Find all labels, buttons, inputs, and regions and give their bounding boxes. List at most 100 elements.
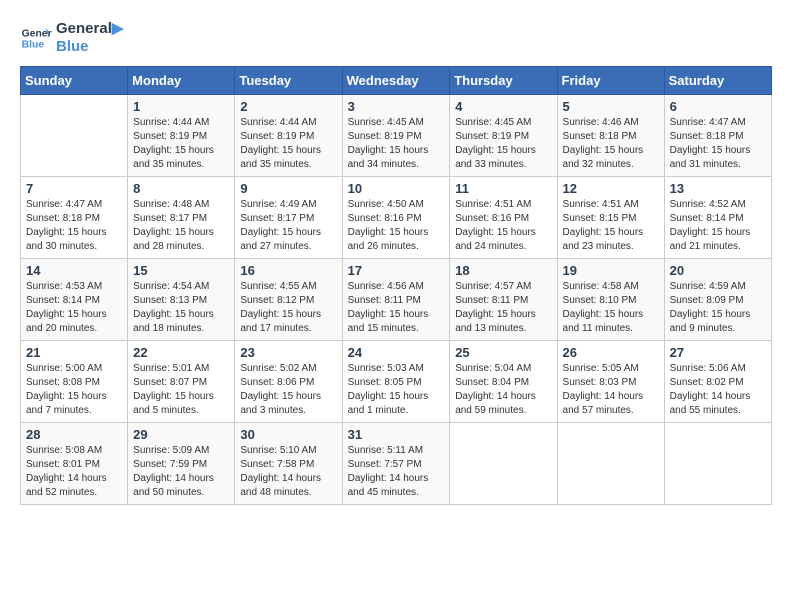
day-number: 4	[455, 99, 551, 114]
day-info: Sunrise: 4:44 AM Sunset: 8:19 PM Dayligh…	[240, 116, 336, 172]
day-info: Sunrise: 5:00 AM Sunset: 8:08 PM Dayligh…	[26, 362, 122, 418]
day-number: 14	[26, 263, 122, 278]
page-header: General Blue General▶ Blue	[20, 20, 772, 56]
calendar-cell: 19 Sunrise: 4:58 AM Sunset: 8:10 PM Dayli…	[557, 259, 664, 341]
day-info: Sunrise: 5:06 AM Sunset: 8:02 PM Dayligh…	[670, 362, 766, 418]
day-info: Sunrise: 4:47 AM Sunset: 8:18 PM Dayligh…	[26, 198, 122, 254]
day-info: Sunrise: 4:53 AM Sunset: 8:14 PM Dayligh…	[26, 280, 122, 336]
day-info: Sunrise: 4:44 AM Sunset: 8:19 PM Dayligh…	[133, 116, 229, 172]
calendar-header-row: SundayMondayTuesdayWednesdayThursdayFrid…	[21, 67, 772, 95]
day-number: 2	[240, 99, 336, 114]
logo-icon: General Blue	[20, 22, 52, 54]
week-row-4: 21 Sunrise: 5:00 AM Sunset: 8:08 PM Dayli…	[21, 341, 772, 423]
day-number: 22	[133, 345, 229, 360]
day-info: Sunrise: 4:56 AM Sunset: 8:11 PM Dayligh…	[348, 280, 445, 336]
calendar-table: SundayMondayTuesdayWednesdayThursdayFrid…	[20, 66, 772, 505]
calendar-cell: 8Sunrise: 4:48 AM Sunset: 8:17 PM Daylig…	[128, 177, 235, 259]
day-info: Sunrise: 4:50 AM Sunset: 8:16 PM Dayligh…	[348, 198, 445, 254]
calendar-cell: 26 Sunrise: 5:05 AM Sunset: 8:03 PM Dayli…	[557, 341, 664, 423]
day-number: 1	[133, 99, 229, 114]
logo-text: General▶	[56, 20, 123, 38]
day-number: 13	[670, 181, 766, 196]
day-number: 20	[670, 263, 766, 278]
day-info: Sunrise: 5:08 AM Sunset: 8:01 PM Dayligh…	[26, 444, 122, 500]
day-info: Sunrise: 5:02 AM Sunset: 8:06 PM Dayligh…	[240, 362, 336, 418]
day-info: Sunrise: 4:52 AM Sunset: 8:14 PM Dayligh…	[670, 198, 766, 254]
header-monday: Monday	[128, 67, 235, 95]
day-number: 11	[455, 181, 551, 196]
calendar-cell: 17 Sunrise: 4:56 AM Sunset: 8:11 PM Dayli…	[342, 259, 450, 341]
day-info: Sunrise: 5:10 AM Sunset: 7:58 PM Dayligh…	[240, 444, 336, 500]
day-info: Sunrise: 4:57 AM Sunset: 8:11 PM Dayligh…	[455, 280, 551, 336]
day-number: 16	[240, 263, 336, 278]
day-info: Sunrise: 4:45 AM Sunset: 8:19 PM Dayligh…	[455, 116, 551, 172]
logo: General Blue General▶ Blue	[20, 20, 123, 56]
calendar-cell: 27 Sunrise: 5:06 AM Sunset: 8:02 PM Dayli…	[664, 341, 771, 423]
day-number: 21	[26, 345, 122, 360]
day-number: 17	[348, 263, 445, 278]
day-number: 12	[563, 181, 659, 196]
day-info: Sunrise: 4:55 AM Sunset: 8:12 PM Dayligh…	[240, 280, 336, 336]
calendar-cell	[664, 423, 771, 505]
day-info: Sunrise: 4:45 AM Sunset: 8:19 PM Dayligh…	[348, 116, 445, 172]
calendar-cell: 6Sunrise: 4:47 AM Sunset: 8:18 PM Daylig…	[664, 95, 771, 177]
calendar-cell: 21 Sunrise: 5:00 AM Sunset: 8:08 PM Dayli…	[21, 341, 128, 423]
calendar-cell: 14 Sunrise: 4:53 AM Sunset: 8:14 PM Dayli…	[21, 259, 128, 341]
week-row-5: 28Sunrise: 5:08 AM Sunset: 8:01 PM Dayli…	[21, 423, 772, 505]
svg-text:Blue: Blue	[22, 40, 45, 51]
day-info: Sunrise: 4:51 AM Sunset: 8:16 PM Dayligh…	[455, 198, 551, 254]
header-sunday: Sunday	[21, 67, 128, 95]
calendar-cell	[557, 423, 664, 505]
calendar-cell: 28Sunrise: 5:08 AM Sunset: 8:01 PM Dayli…	[21, 423, 128, 505]
calendar-cell: 10 Sunrise: 4:50 AM Sunset: 8:16 PM Dayli…	[342, 177, 450, 259]
day-number: 31	[348, 427, 445, 442]
day-number: 3	[348, 99, 445, 114]
day-info: Sunrise: 5:05 AM Sunset: 8:03 PM Dayligh…	[563, 362, 659, 418]
day-info: Sunrise: 4:46 AM Sunset: 8:18 PM Dayligh…	[563, 116, 659, 172]
day-number: 23	[240, 345, 336, 360]
calendar-cell: 1 Sunrise: 4:44 AM Sunset: 8:19 PM Daylig…	[128, 95, 235, 177]
day-number: 29	[133, 427, 229, 442]
logo-subtext: Blue	[56, 38, 123, 56]
calendar-cell	[21, 95, 128, 177]
calendar-cell	[450, 423, 557, 505]
calendar-cell: 22 Sunrise: 5:01 AM Sunset: 8:07 PM Dayli…	[128, 341, 235, 423]
day-info: Sunrise: 4:58 AM Sunset: 8:10 PM Dayligh…	[563, 280, 659, 336]
day-number: 7	[26, 181, 122, 196]
day-number: 30	[240, 427, 336, 442]
calendar-cell: 5 Sunrise: 4:46 AM Sunset: 8:18 PM Daylig…	[557, 95, 664, 177]
calendar-cell: 9Sunrise: 4:49 AM Sunset: 8:17 PM Daylig…	[235, 177, 342, 259]
header-wednesday: Wednesday	[342, 67, 450, 95]
day-number: 27	[670, 345, 766, 360]
day-number: 26	[563, 345, 659, 360]
calendar-cell: 4 Sunrise: 4:45 AM Sunset: 8:19 PM Daylig…	[450, 95, 557, 177]
calendar-cell: 24 Sunrise: 5:03 AM Sunset: 8:05 PM Dayli…	[342, 341, 450, 423]
calendar-cell: 11 Sunrise: 4:51 AM Sunset: 8:16 PM Dayli…	[450, 177, 557, 259]
header-saturday: Saturday	[664, 67, 771, 95]
header-thursday: Thursday	[450, 67, 557, 95]
day-number: 10	[348, 181, 445, 196]
day-number: 24	[348, 345, 445, 360]
calendar-cell: 13 Sunrise: 4:52 AM Sunset: 8:14 PM Dayli…	[664, 177, 771, 259]
day-number: 15	[133, 263, 229, 278]
day-info: Sunrise: 5:03 AM Sunset: 8:05 PM Dayligh…	[348, 362, 445, 418]
day-info: Sunrise: 5:04 AM Sunset: 8:04 PM Dayligh…	[455, 362, 551, 418]
calendar-cell: 2 Sunrise: 4:44 AM Sunset: 8:19 PM Daylig…	[235, 95, 342, 177]
week-row-1: 1 Sunrise: 4:44 AM Sunset: 8:19 PM Daylig…	[21, 95, 772, 177]
day-number: 19	[563, 263, 659, 278]
day-info: Sunrise: 4:47 AM Sunset: 8:18 PM Dayligh…	[670, 116, 766, 172]
day-info: Sunrise: 4:48 AM Sunset: 8:17 PM Dayligh…	[133, 198, 229, 254]
day-info: Sunrise: 5:01 AM Sunset: 8:07 PM Dayligh…	[133, 362, 229, 418]
day-number: 5	[563, 99, 659, 114]
week-row-2: 7 Sunrise: 4:47 AM Sunset: 8:18 PM Daylig…	[21, 177, 772, 259]
calendar-cell: 12 Sunrise: 4:51 AM Sunset: 8:15 PM Dayli…	[557, 177, 664, 259]
calendar-cell: 30 Sunrise: 5:10 AM Sunset: 7:58 PM Dayli…	[235, 423, 342, 505]
calendar-cell: 29Sunrise: 5:09 AM Sunset: 7:59 PM Dayli…	[128, 423, 235, 505]
header-friday: Friday	[557, 67, 664, 95]
day-info: Sunrise: 4:49 AM Sunset: 8:17 PM Dayligh…	[240, 198, 336, 254]
day-info: Sunrise: 4:51 AM Sunset: 8:15 PM Dayligh…	[563, 198, 659, 254]
calendar-cell: 23 Sunrise: 5:02 AM Sunset: 8:06 PM Dayli…	[235, 341, 342, 423]
day-info: Sunrise: 5:11 AM Sunset: 7:57 PM Dayligh…	[348, 444, 445, 500]
calendar-cell: 7 Sunrise: 4:47 AM Sunset: 8:18 PM Daylig…	[21, 177, 128, 259]
calendar-cell: 3 Sunrise: 4:45 AM Sunset: 8:19 PM Daylig…	[342, 95, 450, 177]
